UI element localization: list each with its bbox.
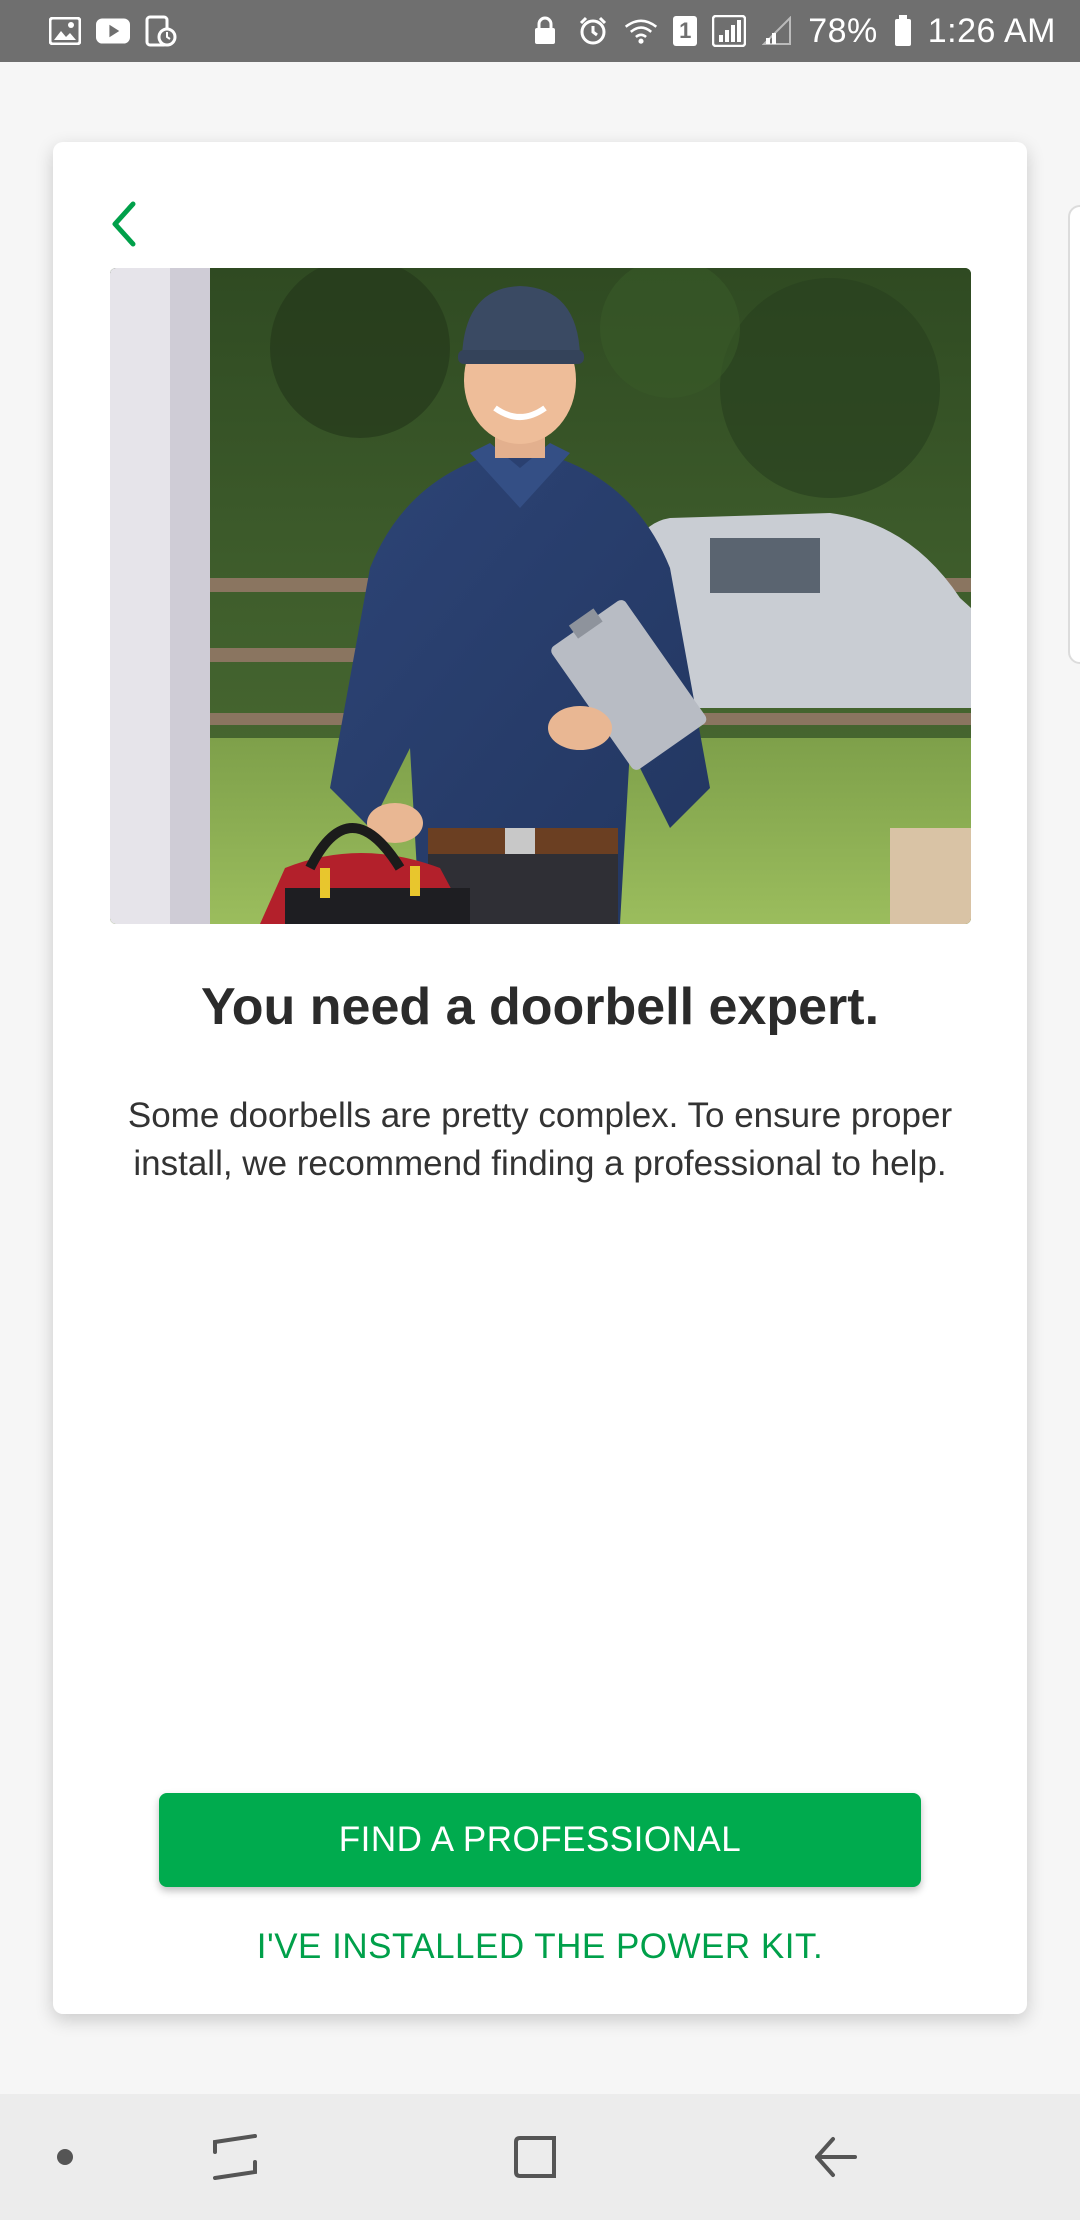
headline: You need a doorbell expert.: [200, 978, 880, 1036]
battery-icon: [892, 14, 914, 48]
navigation-bar: [0, 2094, 1080, 2220]
youtube-icon: [96, 14, 130, 48]
content-card: You need a doorbell expert. Some doorbel…: [53, 142, 1027, 2014]
battery-percent: 78%: [808, 11, 878, 50]
signal-icon: [712, 14, 747, 48]
lock-icon: [528, 14, 562, 48]
clock: 1:26 AM: [927, 11, 1056, 50]
dot-icon: [57, 2149, 73, 2165]
status-bar: 1 78% 1:26 AM: [0, 0, 1080, 62]
hero-image: [110, 268, 971, 924]
back-nav-button[interactable]: [790, 2094, 880, 2220]
signal-weak-icon: [760, 14, 794, 48]
status-right-icons: 1 78% 1:26 AM: [528, 12, 1056, 51]
chevron-left-icon: [112, 201, 136, 247]
back-icon: [815, 2137, 857, 2177]
nav-dot-button[interactable]: [40, 2094, 90, 2220]
home-icon: [514, 2136, 556, 2178]
wifi-icon: [624, 14, 658, 48]
sim-label: 1: [673, 16, 698, 46]
sim1-icon: 1: [672, 14, 698, 48]
gallery-icon: [48, 14, 82, 48]
alarm-icon: [576, 14, 610, 48]
home-button[interactable]: [490, 2094, 580, 2220]
find-professional-button[interactable]: FIND A PROFESSIONAL: [159, 1793, 921, 1887]
next-card-peek: [1068, 205, 1080, 664]
installed-power-kit-link[interactable]: I'VE INSTALLED THE POWER KIT.: [53, 1927, 1027, 1967]
recents-button[interactable]: [190, 2094, 280, 2220]
screen-recorder-icon: [144, 14, 178, 48]
back-button[interactable]: [93, 194, 153, 254]
technician-photo: [110, 268, 971, 924]
status-left-icons: [48, 14, 178, 48]
recents-icon: [213, 2134, 257, 2180]
body-text: Some doorbells are pretty complex. To en…: [127, 1096, 953, 1183]
